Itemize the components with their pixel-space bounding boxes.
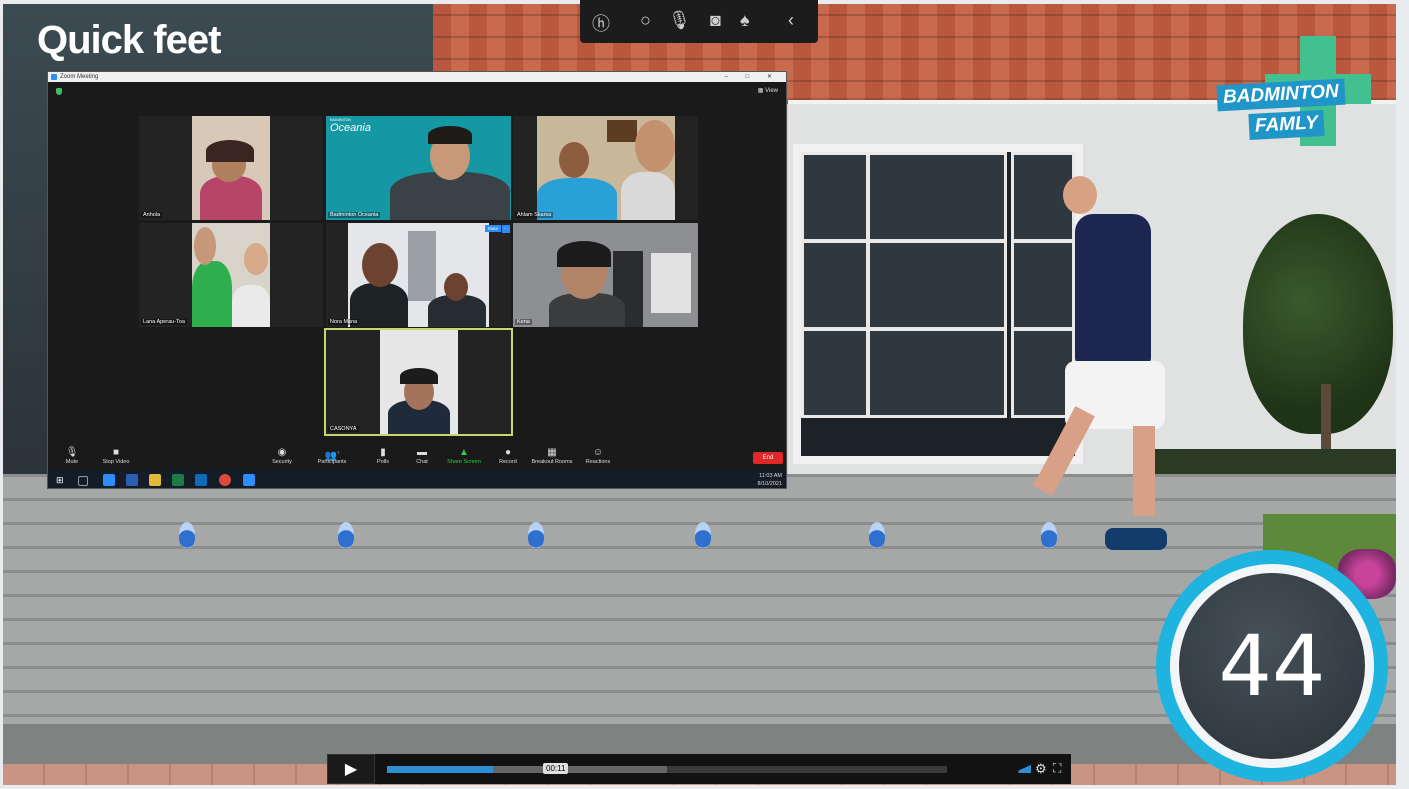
play-icon: ▶ — [344, 761, 358, 778]
participant-name: CASONYA — [328, 426, 359, 432]
floating-meeting-toolbar: ⓗ ○ 🎙 ◙ ♠ ‹ — [580, 0, 818, 43]
taskbar-clock: 11:03 AM 8/10/2021 — [758, 472, 782, 488]
athlete — [1033, 176, 1183, 556]
excel-taskbar-icon[interactable] — [172, 474, 184, 486]
participant-tile[interactable]: BADMINTON Oceania Badminton Oceania — [326, 116, 511, 220]
window-controls[interactable]: – □ ✕ — [725, 72, 780, 82]
record-icon[interactable]: ◙ — [710, 10, 721, 31]
view-button[interactable]: ▦ View — [758, 87, 778, 94]
file-explorer-icon[interactable] — [149, 474, 161, 486]
collapse-chevron-icon[interactable]: ‹ — [788, 10, 794, 31]
participant-tile[interactable]: Mute ⋯ Nora Mana — [326, 223, 511, 327]
zoom-meeting-window: Zoom Meeting – □ ✕ ▦ View Anhola BADMINT… — [47, 71, 787, 489]
participant-count: 7 — [337, 450, 340, 455]
encryption-shield-icon[interactable] — [56, 88, 62, 95]
shuttle-marker — [338, 522, 354, 548]
pen-icon[interactable]: ♠ — [740, 10, 750, 31]
participant-tile-active-speaker[interactable]: CASONYA — [324, 328, 513, 436]
mute-participant-button[interactable]: Mute — [484, 225, 501, 232]
countdown-value: 44 — [1179, 573, 1365, 759]
zoom-taskbar-icon[interactable] — [103, 474, 115, 486]
shrub — [1243, 214, 1393, 434]
video-seek-bar[interactable]: 00:11 — [387, 763, 947, 774]
stop-video-button[interactable]: ■ Stop Video — [86, 446, 146, 465]
circle-icon[interactable]: ○ — [640, 10, 651, 31]
video-title: Quick feet — [37, 18, 221, 62]
participant-name: Anhola — [141, 212, 163, 218]
shuttle-marker — [695, 522, 711, 548]
participant-name: Nora Mana — [328, 319, 360, 325]
participant-tile[interactable]: Kena — [513, 223, 698, 327]
badminton-family-logo: BADMINTON FAMLY — [1215, 36, 1371, 146]
volume-control[interactable] — [1013, 765, 1031, 773]
end-meeting-button[interactable]: End — [753, 452, 783, 464]
participant-tile[interactable]: Anhola — [139, 116, 323, 220]
participant-name: Ahlam Skarsa — [515, 212, 554, 218]
reactions-icon: ☺ — [592, 447, 604, 458]
participant-name: Lana Aperau-Toa — [141, 319, 187, 325]
fullscreen-icon[interactable]: ⛶ — [1053, 761, 1061, 776]
timestamp-tooltip: 00:11 — [543, 763, 569, 774]
task-view-icon[interactable] — [78, 476, 88, 486]
countdown-timer: 44 — [1156, 550, 1388, 782]
participant-name: Kena — [515, 319, 532, 325]
zoom-window-title: Zoom Meeting — [60, 74, 99, 80]
participant-tile[interactable]: Ahlam Skarsa — [513, 116, 698, 220]
microphone-icon[interactable]: 🎙 — [668, 10, 691, 31]
logo-text-line2: FAMLY — [1248, 110, 1325, 140]
oceania-banner: Oceania — [330, 122, 371, 134]
shuttle-marker — [179, 522, 195, 548]
video-camera-icon: ■ — [112, 447, 120, 458]
word-taskbar-icon[interactable] — [126, 474, 138, 486]
progress-fill — [387, 766, 494, 773]
video-player-bar: ▶ 00:11 ⚙ ⛶ — [327, 754, 1071, 784]
reactions-button[interactable]: ☺ Reactions — [568, 446, 628, 465]
hp-logo-icon: ⓗ — [592, 14, 610, 34]
gear-icon[interactable]: ⚙ — [1035, 761, 1047, 777]
windows-start-icon[interactable]: ⊞ — [56, 474, 68, 486]
shuttle-marker — [528, 522, 544, 548]
zoom-meeting-taskbar-icon[interactable] — [243, 474, 255, 486]
participant-name: Badminton Oceania — [328, 212, 381, 218]
windows-taskbar: ⊞ 11:03 AM 8/10/2021 — [48, 470, 786, 488]
zoom-control-bar: 🎙 Mute ■ Stop Video ◉ Security 👥7 Participan… — [48, 444, 786, 470]
outlook-taskbar-icon[interactable] — [195, 474, 207, 486]
chrome-taskbar-icon[interactable] — [219, 474, 231, 486]
zoom-app-icon — [51, 74, 57, 80]
play-button[interactable]: ▶ — [327, 754, 375, 784]
more-options-icon[interactable]: ⋯ — [501, 225, 510, 233]
zoom-title-bar: Zoom Meeting – □ ✕ — [48, 72, 786, 82]
shuttle-marker — [869, 522, 885, 548]
clock-date: 8/10/2021 — [757, 481, 782, 487]
clock-time: 11:03 AM — [759, 473, 782, 479]
participant-tile[interactable]: Lana Aperau-Toa — [139, 223, 323, 327]
